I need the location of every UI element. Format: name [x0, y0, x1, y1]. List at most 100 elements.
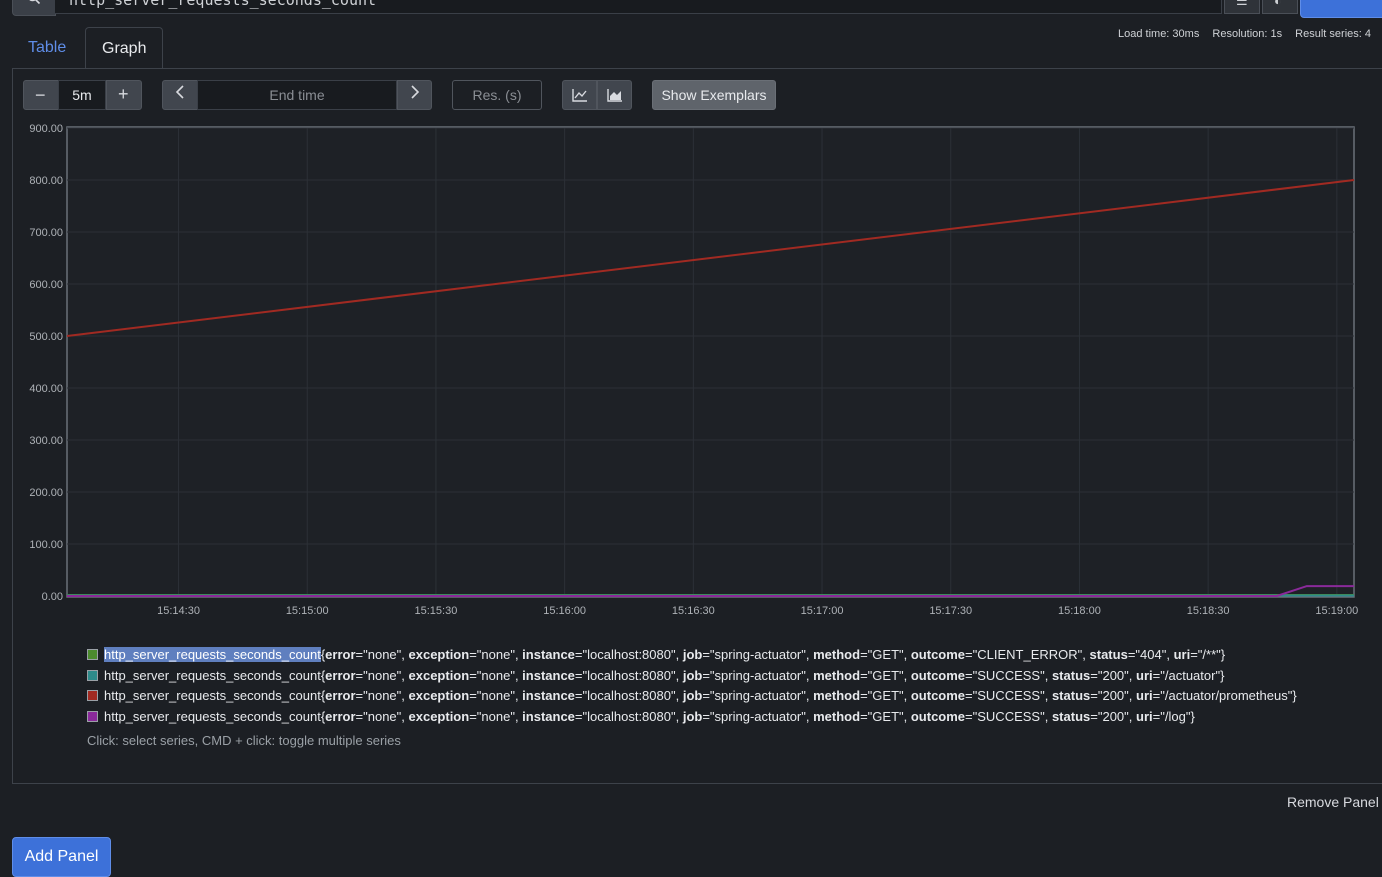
resolution: Resolution: 1s	[1212, 28, 1283, 40]
graph-chart[interactable]: 900.00 800.00 700.00 600.00 500.00 400.00 300.…	[0, 118, 1382, 623]
menu-icon[interactable]: ☰	[1224, 0, 1260, 14]
label-value: spring-actuator	[714, 708, 802, 724]
stacked-chart-button[interactable]	[597, 80, 632, 110]
legend-metric-name: http_server_requests_seconds_count	[104, 647, 321, 662]
label-key: outcome	[910, 647, 966, 662]
label-value: 200	[1102, 708, 1125, 724]
label-key: exception	[408, 688, 470, 703]
x-tick-label: 15:19:00	[1315, 605, 1358, 617]
label-value: GET	[872, 667, 900, 683]
label-value: none	[367, 688, 397, 703]
history-icon[interactable]: ◐	[1262, 0, 1298, 14]
x-tick-label: 15:18:30	[1187, 605, 1230, 617]
label-value: /log	[1164, 708, 1186, 724]
label-value: GET	[872, 688, 900, 703]
legend-item[interactable]: http_server_requests_seconds_count{error…	[87, 667, 1297, 688]
label-key: error	[325, 708, 356, 724]
series-legend: http_server_requests_seconds_count{error…	[87, 646, 1297, 728]
label-key: uri	[1136, 708, 1153, 724]
label-value: 404	[1140, 647, 1162, 662]
label-key: outcome	[910, 708, 966, 724]
result-series: Result series: 4	[1295, 28, 1371, 40]
y-tick-label: 100.00	[29, 539, 63, 551]
label-value: spring-actuator	[714, 647, 802, 662]
label-key: instance	[522, 647, 575, 662]
label-key: status	[1051, 667, 1091, 683]
y-tick-label: 0.00	[42, 591, 63, 603]
label-key: uri	[1136, 688, 1153, 703]
label-value: GET	[872, 647, 900, 662]
series-color-swatch	[87, 649, 98, 661]
end-time-back-button[interactable]	[162, 80, 198, 110]
show-exemplars-button[interactable]: Show Exemplars	[652, 80, 776, 110]
label-value: SUCCESS	[977, 708, 1041, 724]
y-tick-label: 200.00	[29, 487, 63, 499]
range-decrease-button[interactable]: −	[23, 80, 59, 110]
label-value: spring-actuator	[714, 667, 802, 683]
label-value: localhost:8080	[587, 667, 671, 683]
legend-item[interactable]: http_server_requests_seconds_count{error…	[87, 646, 1297, 667]
add-panel-button[interactable]: Add Panel	[12, 837, 111, 877]
y-tick-label: 900.00	[29, 123, 63, 135]
label-value: /**	[1202, 647, 1217, 662]
label-key: job	[682, 647, 703, 662]
minus-icon: −	[35, 85, 46, 105]
legend-metric-name: http_server_requests_seconds_count	[104, 708, 321, 724]
label-value: none	[481, 647, 511, 662]
y-tick-label: 500.00	[29, 331, 63, 343]
label-key: job	[682, 688, 703, 703]
label-value: localhost:8080	[587, 647, 671, 662]
query-input[interactable]: http_server_requests_seconds_count	[54, 0, 1222, 14]
resolution-input[interactable]: Res. (s)	[452, 80, 542, 110]
y-tick-label: 600.00	[29, 279, 63, 291]
label-key: uri	[1173, 647, 1191, 662]
x-tick-label: 15:16:30	[672, 605, 715, 617]
line-chart-button[interactable]	[562, 80, 597, 110]
label-value: CLIENT_ERROR	[977, 647, 1078, 662]
label-value: none	[367, 708, 397, 724]
label-key: error	[325, 688, 356, 703]
legend-metric-name: http_server_requests_seconds_count	[104, 688, 321, 703]
label-key: uri	[1136, 667, 1153, 683]
label-value: 200	[1102, 688, 1125, 703]
label-key: instance	[522, 708, 575, 724]
series-color-swatch	[87, 690, 98, 702]
label-value: none	[481, 688, 511, 703]
load-time: Load time: 30ms	[1118, 28, 1200, 40]
legend-item[interactable]: http_server_requests_seconds_count{error…	[87, 687, 1297, 708]
label-value: localhost:8080	[587, 708, 671, 724]
query-stats: Load time: 30ms Resolution: 1s Result se…	[1118, 28, 1381, 40]
plot-area	[66, 126, 1355, 598]
label-value: none	[481, 708, 511, 724]
range-input[interactable]: 5m	[58, 80, 106, 110]
y-tick-label: 400.00	[29, 383, 63, 395]
label-value: none	[367, 647, 397, 662]
tab-graph[interactable]: Graph	[85, 27, 163, 69]
label-key: job	[682, 708, 703, 724]
label-key: status	[1089, 647, 1128, 662]
end-time-forward-button[interactable]	[397, 80, 432, 110]
label-key: instance	[522, 688, 575, 703]
search-icon[interactable]	[12, 0, 56, 16]
plus-icon: +	[118, 84, 129, 104]
label-value: SUCCESS	[977, 688, 1041, 703]
query-bar: http_server_requests_seconds_count ☰ ◐ E…	[0, 0, 1382, 18]
label-value: localhost:8080	[587, 688, 671, 703]
x-tick-label: 15:17:30	[929, 605, 972, 617]
label-key: exception	[408, 708, 470, 724]
x-tick-label: 15:15:00	[286, 605, 329, 617]
tab-table[interactable]: Table	[12, 27, 82, 69]
range-increase-button[interactable]: +	[106, 80, 142, 110]
x-tick-label: 15:14:30	[157, 605, 200, 617]
end-time-input[interactable]: End time	[197, 80, 397, 110]
series-color-swatch	[87, 669, 98, 681]
legend-item[interactable]: http_server_requests_seconds_count{error…	[87, 708, 1297, 729]
chevron-left-icon	[175, 85, 185, 102]
y-tick-label: 700.00	[29, 227, 63, 239]
series-color-swatch	[87, 710, 98, 722]
label-key: method	[813, 708, 861, 724]
x-tick-label: 15:15:30	[415, 605, 458, 617]
remove-panel-button[interactable]: Remove Panel	[1287, 794, 1379, 810]
execute-button[interactable]: Execute	[1300, 0, 1382, 18]
label-key: status	[1051, 688, 1091, 703]
